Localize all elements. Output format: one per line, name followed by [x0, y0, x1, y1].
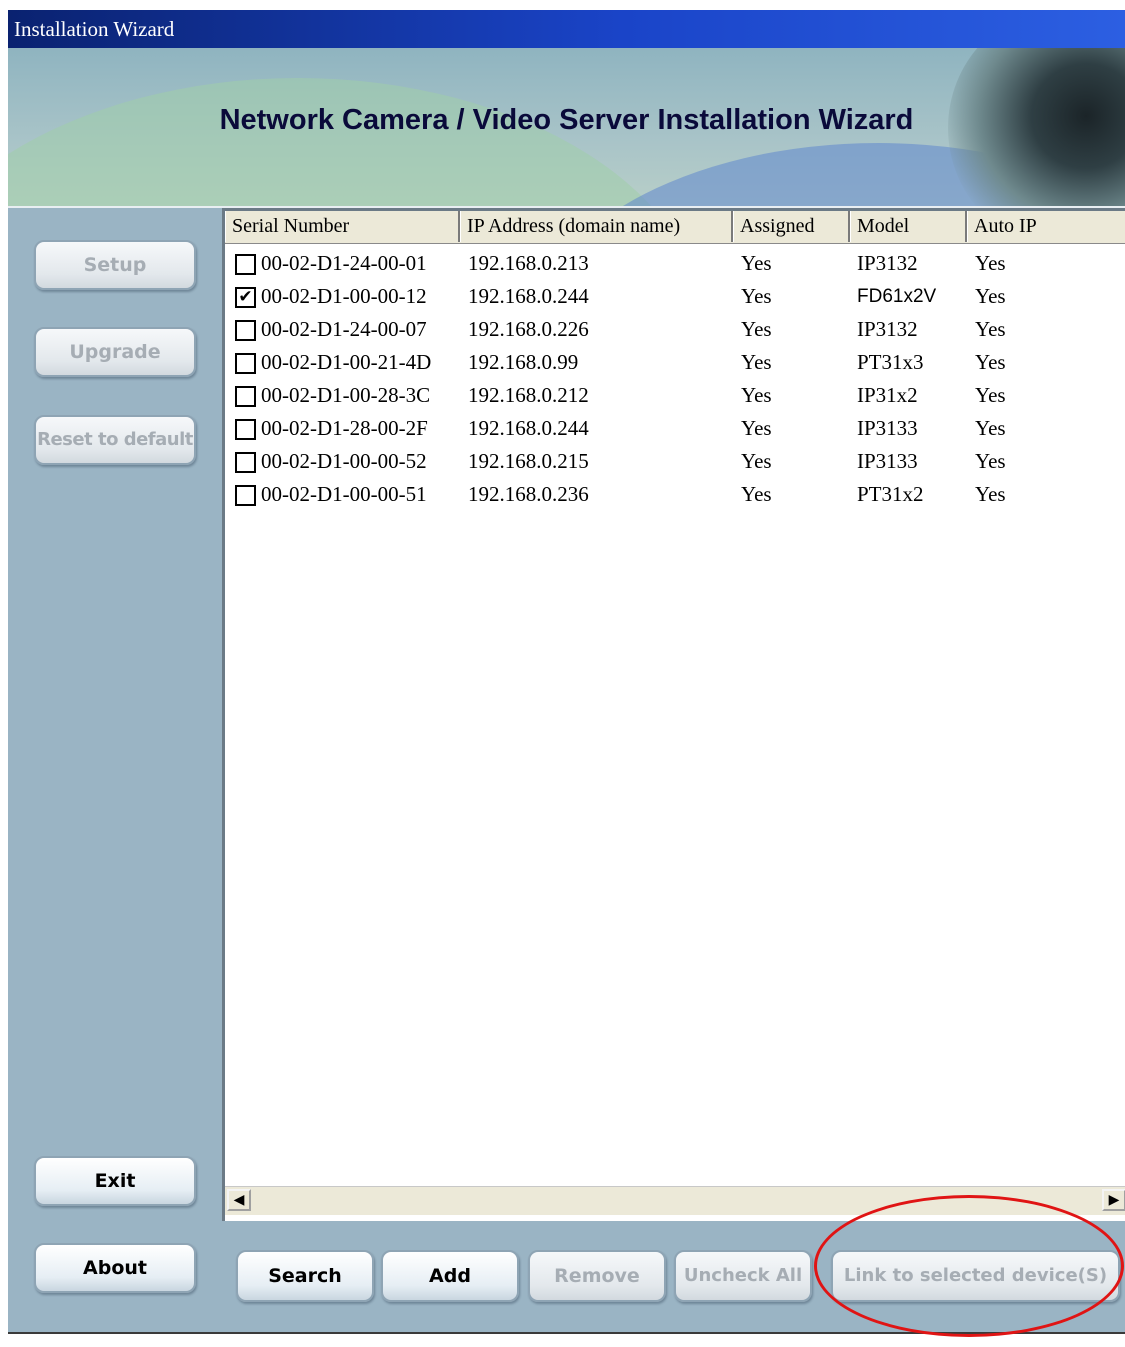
scroll-left-arrow-icon[interactable]: ◀: [227, 1189, 251, 1211]
installation-wizard-window: Installation Wizard Network Camera / Vid…: [8, 10, 1125, 1334]
exit-button[interactable]: Exit: [34, 1156, 196, 1206]
cell-assigned: Yes: [741, 482, 772, 506]
cell-ip: 192.168.0.212: [468, 383, 589, 407]
cell-serial: 00-02-D1-00-28-3C: [261, 383, 431, 407]
column-header-model[interactable]: Model: [850, 211, 967, 242]
scroll-right-arrow-icon[interactable]: ▶: [1102, 1189, 1125, 1211]
cell-auto-ip: Yes: [975, 449, 1006, 473]
cell-ip: 192.168.0.213: [468, 251, 589, 275]
cell-assigned: Yes: [741, 416, 772, 440]
cell-ip: 192.168.0.244: [468, 416, 589, 440]
horizontal-scrollbar[interactable]: ◀ ▶: [225, 1186, 1125, 1215]
cell-auto-ip: Yes: [975, 251, 1006, 275]
column-header-assigned[interactable]: Assigned: [733, 211, 850, 242]
checkbox[interactable]: [235, 320, 256, 341]
table-row[interactable]: 00-02-D1-24-00-07 192.168.0.226 Yes IP3132 Y…: [225, 313, 1125, 346]
cell-ip: 192.168.0.99: [468, 350, 579, 374]
device-list[interactable]: Serial Number IP Address (domain name) A…: [222, 208, 1125, 1221]
cell-assigned: Yes: [741, 317, 772, 341]
cell-assigned: Yes: [741, 284, 772, 308]
cell-auto-ip: Yes: [975, 317, 1006, 341]
checkmark-icon: ✔: [238, 287, 253, 307]
column-header-serial[interactable]: Serial Number: [225, 211, 460, 242]
setup-button[interactable]: Setup: [34, 240, 196, 290]
cell-model: IP3133: [857, 416, 918, 440]
search-button[interactable]: Search: [236, 1250, 374, 1302]
uncheck-all-button[interactable]: Uncheck All: [674, 1250, 812, 1302]
cell-assigned: Yes: [741, 350, 772, 374]
column-header-auto-ip[interactable]: Auto IP: [967, 211, 1125, 242]
banner-green-arc: [8, 78, 708, 206]
checkbox[interactable]: [235, 254, 256, 275]
cell-serial: 00-02-D1-28-00-2F: [261, 416, 428, 440]
cell-auto-ip: Yes: [975, 350, 1006, 374]
table-row[interactable]: 00-02-D1-28-00-2F 192.168.0.244 Yes IP3133 Y…: [225, 412, 1125, 445]
banner: Network Camera / Video Server Installati…: [8, 48, 1125, 208]
title-bar: Installation Wizard: [8, 10, 1125, 48]
cell-auto-ip: Yes: [975, 284, 1006, 308]
checkbox-checked[interactable]: ✔: [235, 287, 256, 308]
cell-auto-ip: Yes: [975, 416, 1006, 440]
table-row[interactable]: 00-02-D1-00-00-52 192.168.0.215 Yes IP3133 Y…: [225, 445, 1125, 478]
cell-auto-ip: Yes: [975, 383, 1006, 407]
cell-serial: 00-02-D1-24-00-01: [261, 251, 427, 275]
cell-assigned: Yes: [741, 383, 772, 407]
cell-ip: 192.168.0.226: [468, 317, 589, 341]
remove-button[interactable]: Remove: [528, 1250, 666, 1302]
cell-model: PT31x3: [857, 350, 924, 374]
cell-serial: 00-02-D1-24-00-07: [261, 317, 427, 341]
cell-auto-ip: Yes: [975, 482, 1006, 506]
add-button[interactable]: Add: [381, 1250, 519, 1302]
column-header-ip[interactable]: IP Address (domain name): [460, 211, 733, 242]
cell-ip: 192.168.0.215: [468, 449, 589, 473]
cell-assigned: Yes: [741, 449, 772, 473]
table-row[interactable]: 00-02-D1-00-00-51 192.168.0.236 Yes PT31x2 Y…: [225, 478, 1125, 511]
cell-serial: 00-02-D1-00-21-4D: [261, 350, 432, 374]
device-list-header: Serial Number IP Address (domain name) A…: [225, 211, 1125, 244]
cell-serial: 00-02-D1-00-00-52: [261, 449, 427, 473]
checkbox[interactable]: [235, 452, 256, 473]
cell-model: IP3132: [857, 317, 918, 341]
table-row[interactable]: 00-02-D1-00-28-3C 192.168.0.212 Yes IP31x2 Y…: [225, 379, 1125, 412]
table-row[interactable]: ✔ 00-02-D1-00-00-12 192.168.0.244 Yes FD61x2…: [225, 280, 1125, 313]
about-button[interactable]: About: [34, 1243, 196, 1293]
reset-to-default-button[interactable]: Reset to default: [34, 415, 196, 465]
cell-model: IP3132: [857, 251, 918, 275]
window-title: Installation Wizard: [14, 17, 175, 41]
banner-heading: Network Camera / Video Server Installati…: [219, 104, 914, 136]
cell-model: PT31x2: [857, 482, 924, 506]
checkbox[interactable]: [235, 386, 256, 407]
cell-serial: 00-02-D1-00-00-12: [261, 284, 427, 308]
cell-serial: 00-02-D1-00-00-51: [261, 482, 427, 506]
table-row[interactable]: 00-02-D1-24-00-01 192.168.0.213 Yes IP3132 Y…: [225, 247, 1125, 280]
cell-model: FD61x2V: [857, 286, 937, 307]
cell-model: IP31x2: [857, 383, 918, 407]
cell-model: IP3133: [857, 449, 918, 473]
cell-ip: 192.168.0.244: [468, 284, 589, 308]
cell-assigned: Yes: [741, 251, 772, 275]
checkbox[interactable]: [235, 353, 256, 374]
cell-ip: 192.168.0.236: [468, 482, 589, 506]
checkbox[interactable]: [235, 485, 256, 506]
link-to-selected-device-button[interactable]: Link to selected device(S): [831, 1250, 1120, 1302]
table-row[interactable]: 00-02-D1-00-21-4D 192.168.0.99 Yes PT31x3 Ye…: [225, 346, 1125, 379]
upgrade-button[interactable]: Upgrade: [34, 327, 196, 377]
checkbox[interactable]: [235, 419, 256, 440]
